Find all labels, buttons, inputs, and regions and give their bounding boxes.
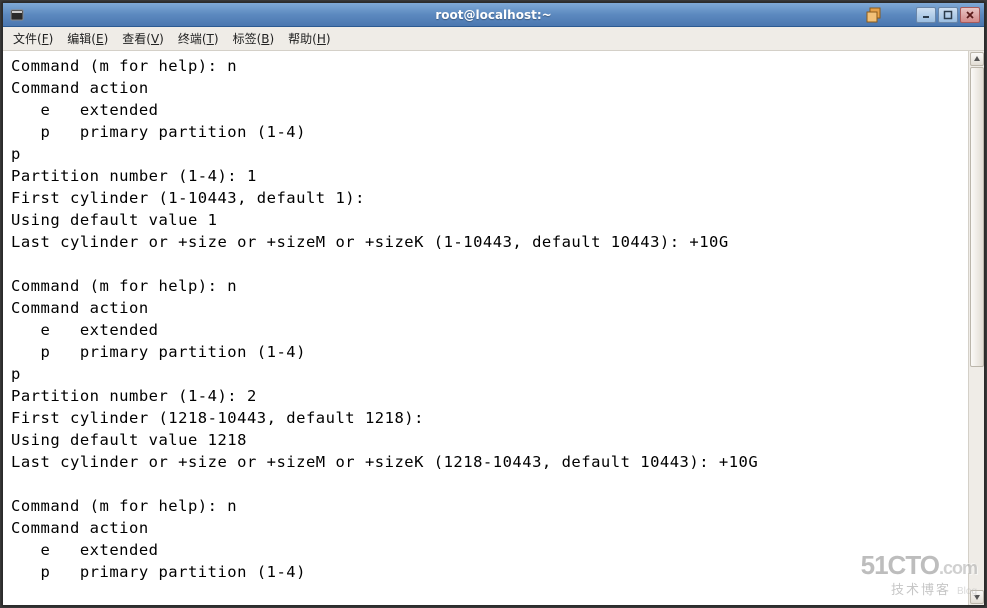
scroll-up-button[interactable] xyxy=(970,52,984,66)
scrollbar[interactable] xyxy=(968,51,984,605)
titlebar[interactable]: root@localhost:~ xyxy=(3,3,984,27)
background-windows-icon xyxy=(864,5,884,25)
terminal-output[interactable]: Command (m for help): n Command action e… xyxy=(3,51,968,605)
menu-item-h[interactable]: 帮助(H) xyxy=(282,28,336,49)
close-button[interactable] xyxy=(960,7,980,23)
menu-item-t[interactable]: 终端(T) xyxy=(172,28,225,49)
terminal-body: Command (m for help): n Command action e… xyxy=(3,51,984,605)
window-controls xyxy=(916,7,980,23)
menu-item-b[interactable]: 标签(B) xyxy=(227,28,281,49)
minimize-button[interactable] xyxy=(916,7,936,23)
maximize-button[interactable] xyxy=(938,7,958,23)
menu-item-v[interactable]: 查看(V) xyxy=(116,28,170,49)
menu-item-f[interactable]: 文件(F) xyxy=(7,28,59,49)
terminal-window: root@localhost:~ 文件(F)编辑(E)查看(V)终端(T)标签(… xyxy=(2,2,985,606)
scroll-thumb[interactable] xyxy=(970,67,984,367)
menubar: 文件(F)编辑(E)查看(V)终端(T)标签(B)帮助(H) xyxy=(3,27,984,51)
terminal-app-icon xyxy=(9,7,25,23)
menu-item-e[interactable]: 编辑(E) xyxy=(61,28,114,49)
window-title: root@localhost:~ xyxy=(3,8,984,22)
scroll-down-button[interactable] xyxy=(970,590,984,604)
